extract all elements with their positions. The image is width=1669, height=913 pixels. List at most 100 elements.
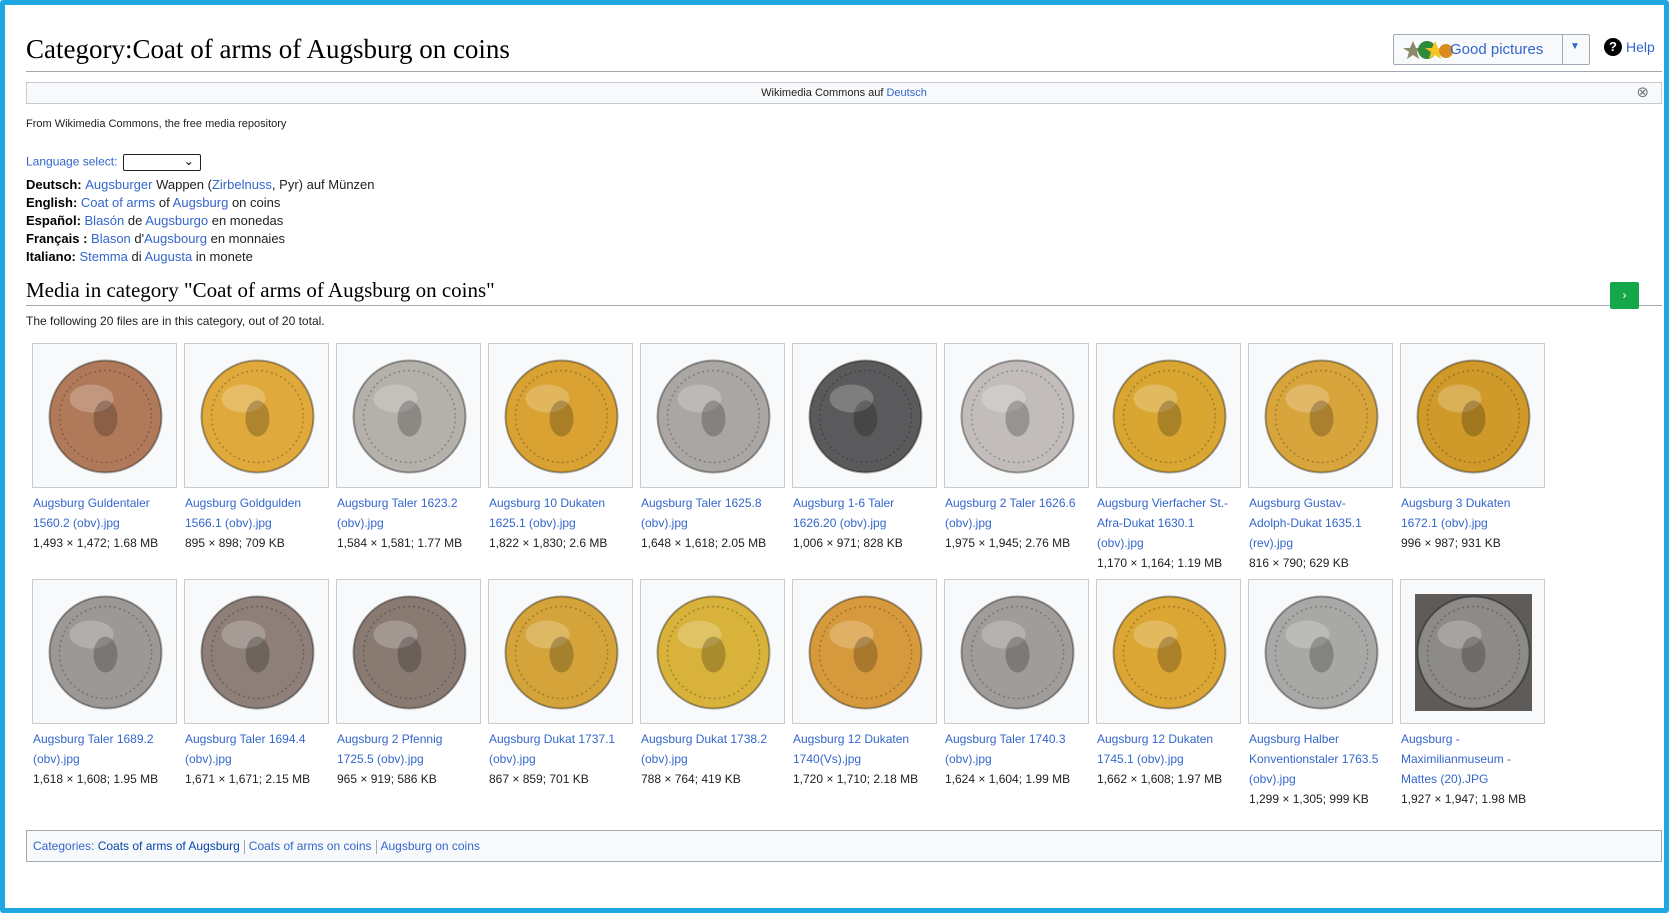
language-line: Français : Blason d'Augsbourg en monnaie…	[26, 230, 375, 248]
file-name-link[interactable]: (obv).jpg	[641, 513, 787, 533]
description-link[interactable]: Stemma	[79, 249, 127, 264]
file-name-link[interactable]: (obv).jpg	[1097, 533, 1243, 553]
file-thumbnail[interactable]	[640, 343, 785, 488]
file-name-link[interactable]: Augsburg 12 Dukaten	[793, 729, 939, 749]
file-thumbnail[interactable]	[640, 579, 785, 724]
file-name-link[interactable]: Augsburg Goldgulden	[185, 493, 331, 513]
file-thumbnail[interactable]	[184, 343, 329, 488]
file-name-link[interactable]: (rev).jpg	[1249, 533, 1395, 553]
file-name-link[interactable]: (obv).jpg	[641, 749, 787, 769]
file-thumbnail[interactable]	[1096, 343, 1241, 488]
file-thumbnail[interactable]	[1248, 579, 1393, 724]
category-link[interactable]: Augsburg on coins	[381, 839, 480, 853]
file-name-link[interactable]: Augsburg 12 Dukaten	[1097, 729, 1243, 749]
file-name-link[interactable]: Augsburg Vierfacher St.-	[1097, 493, 1243, 513]
description-link[interactable]: Coat of arms	[81, 195, 155, 210]
description-link[interactable]: Augsburger	[85, 177, 152, 192]
coin-image	[504, 595, 619, 710]
file-name-link[interactable]: Augsburg Dukat 1737.1	[489, 729, 635, 749]
file-name-link[interactable]: Augsburg Taler 1689.2	[33, 729, 179, 749]
file-count-text: The following 20 files are in this categ…	[26, 314, 325, 328]
file-name-link[interactable]: (obv).jpg	[33, 749, 179, 769]
good-pictures-label: Good pictures	[1450, 41, 1544, 58]
category-link[interactable]: Coats of arms on coins	[249, 839, 372, 853]
language-select-dropdown[interactable]: ⌄	[122, 154, 201, 171]
file-name-link[interactable]: 1740(Vs).jpg	[793, 749, 939, 769]
help-icon: ?	[1604, 38, 1622, 56]
file-name-link[interactable]: 1566.1 (obv).jpg	[185, 513, 331, 533]
file-name-link[interactable]: Augsburg Taler 1694.4	[185, 729, 331, 749]
file-name-link[interactable]: Augsburg Gustav-	[1249, 493, 1395, 513]
file-name-link[interactable]: Augsburg 2 Pfennig	[337, 729, 483, 749]
file-name-link[interactable]: Augsburg -	[1401, 729, 1547, 749]
file-thumbnail[interactable]	[488, 343, 633, 488]
file-name-link[interactable]: (obv).jpg	[945, 749, 1091, 769]
chevron-down-icon: ⌄	[183, 154, 194, 168]
file-caption: Augsburg 1-6 Taler 1626.20 (obv).jpg 1,006…	[793, 493, 939, 553]
file-thumbnail[interactable]	[1400, 579, 1545, 724]
file-name-link[interactable]: (obv).jpg	[1249, 769, 1395, 789]
good-pictures-dropdown[interactable]: Good pictures ▼	[1393, 34, 1590, 65]
file-name-link[interactable]: Augsburg Guldentaler	[33, 493, 179, 513]
file-caption: Augsburg Dukat 1738.2 (obv).jpg 788 × 764;…	[641, 729, 787, 789]
next-page-button[interactable]: ›	[1610, 282, 1639, 309]
file-thumbnail[interactable]	[32, 579, 177, 724]
description-link[interactable]: Zirbelnuss	[212, 177, 272, 192]
coin-image	[1264, 595, 1379, 710]
file-name-link[interactable]: 1672.1 (obv).jpg	[1401, 513, 1547, 533]
description-text: on coins	[228, 195, 281, 210]
file-name-link[interactable]: 1745.1 (obv).jpg	[1097, 749, 1243, 769]
file-name-link[interactable]: Augsburg Dukat 1738.2	[641, 729, 787, 749]
file-thumbnail[interactable]	[184, 579, 329, 724]
notice-language-link[interactable]: Deutsch	[886, 87, 926, 99]
file-caption: Augsburg 12 Dukaten 1745.1 (obv).jpg 1,662…	[1097, 729, 1243, 789]
chevron-down-icon[interactable]: ▼	[1570, 41, 1580, 52]
description-link[interactable]: Augsbourg	[144, 231, 207, 246]
file-name-link[interactable]: Konventionstaler 1763.5	[1249, 749, 1395, 769]
file-thumbnail[interactable]	[488, 579, 633, 724]
description-text: di	[127, 249, 145, 264]
file-thumbnail[interactable]	[336, 579, 481, 724]
description-link[interactable]: Augsburgo	[145, 213, 208, 228]
file-name-link[interactable]: Augsburg Taler 1740.3	[945, 729, 1091, 749]
file-caption: Augsburg 2 Taler 1626.6 (obv).jpg 1,975 × …	[945, 493, 1091, 553]
file-name-link[interactable]: Maximilianmuseum -	[1401, 749, 1547, 769]
file-name-link[interactable]: 1626.20 (obv).jpg	[793, 513, 939, 533]
file-name-link[interactable]: (obv).jpg	[185, 749, 331, 769]
file-name-link[interactable]: Afra-Dukat 1630.1	[1097, 513, 1243, 533]
file-name-link[interactable]: 1725.5 (obv).jpg	[337, 749, 483, 769]
file-name-link[interactable]: (obv).jpg	[489, 749, 635, 769]
file-thumbnail[interactable]	[1400, 343, 1545, 488]
coin-image	[48, 359, 163, 474]
file-thumbnail[interactable]	[944, 343, 1089, 488]
help-link[interactable]: ? Help	[1604, 38, 1655, 60]
file-name-link[interactable]: (obv).jpg	[337, 513, 483, 533]
file-name-link[interactable]: 1625.1 (obv).jpg	[489, 513, 635, 533]
file-thumbnail[interactable]	[32, 343, 177, 488]
file-name-link[interactable]: Augsburg 3 Dukaten	[1401, 493, 1547, 513]
file-name-link[interactable]: (obv).jpg	[945, 513, 1091, 533]
description-link[interactable]: Blason	[91, 231, 131, 246]
file-name-link[interactable]: Adolph-Dukat 1635.1	[1249, 513, 1395, 533]
file-name-link[interactable]: Mattes (20).JPG	[1401, 769, 1547, 789]
file-name-link[interactable]: Augsburg 1-6 Taler	[793, 493, 939, 513]
description-link[interactable]: Augsburg	[173, 195, 229, 210]
description-link[interactable]: Blasón	[85, 213, 125, 228]
file-name-link[interactable]: Augsburg Halber	[1249, 729, 1395, 749]
close-icon[interactable]: ⊗	[1636, 83, 1649, 103]
file-thumbnail[interactable]	[1096, 579, 1241, 724]
file-thumbnail[interactable]	[1248, 343, 1393, 488]
categories-label[interactable]: Categories:	[33, 839, 98, 853]
file-name-link[interactable]: 1560.2 (obv).jpg	[33, 513, 179, 533]
file-name-link[interactable]: Augsburg Taler 1625.8	[641, 493, 787, 513]
file-name-link[interactable]: Augsburg 2 Taler 1626.6	[945, 493, 1091, 513]
file-thumbnail[interactable]	[336, 343, 481, 488]
file-name-link[interactable]: Augsburg Taler 1623.2	[337, 493, 483, 513]
multilingual-description: Deutsch: Augsburger Wappen (Zirbelnuss, …	[26, 176, 375, 266]
file-thumbnail[interactable]	[792, 579, 937, 724]
description-link[interactable]: Augusta	[144, 249, 192, 264]
file-thumbnail[interactable]	[792, 343, 937, 488]
file-thumbnail[interactable]	[944, 579, 1089, 724]
category-link[interactable]: Coats of arms of Augsburg	[98, 839, 240, 853]
file-name-link[interactable]: Augsburg 10 Dukaten	[489, 493, 635, 513]
